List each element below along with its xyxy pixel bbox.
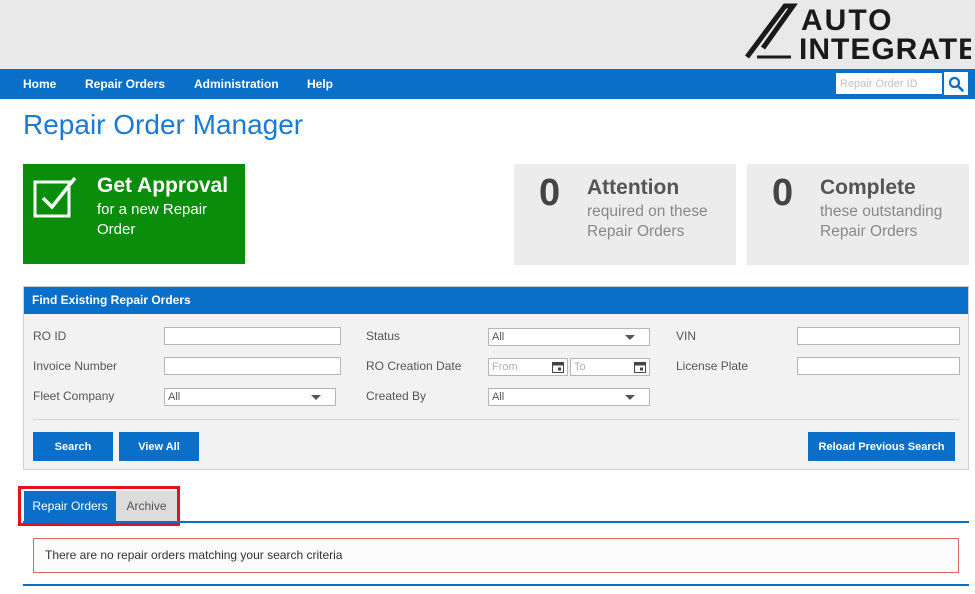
complete-subtitle: these outstanding Repair Orders [820,203,943,240]
invoice-number-input[interactable] [164,357,341,375]
logo-text-integrate: INTEGRATE [799,33,971,64]
search-button[interactable] [944,72,968,95]
main-nav: Home Repair Orders Administration Help [0,69,975,99]
chevron-down-icon [625,395,635,400]
calendar-icon [634,362,646,373]
ro-creation-date-label: RO Creation Date [366,359,462,373]
nav-home[interactable]: Home [23,69,56,99]
ro-id-label: RO ID [33,329,67,343]
search-submit-button[interactable]: Search [33,432,113,461]
status-value: All [492,331,505,343]
repair-order-id-search-input[interactable] [836,73,942,94]
attention-count: 0 [539,172,561,214]
to-placeholder: To [574,361,586,373]
creation-date-from-input[interactable]: From [488,358,568,376]
checkbox-check-icon [33,176,77,218]
no-results-message: There are no repair orders matching your… [33,538,959,573]
get-approval-subtitle: for a new Repair Order [97,201,208,238]
find-repair-orders-panel: Find Existing Repair Orders RO ID Invoic… [23,286,969,470]
panel-divider [33,419,959,420]
find-panel-header: Find Existing Repair Orders [24,287,968,314]
invoice-number-label: Invoice Number [33,359,118,373]
chevron-down-icon [311,395,321,400]
license-plate-label: License Plate [676,359,749,373]
reload-previous-search-button[interactable]: Reload Previous Search [808,432,955,461]
get-approval-card[interactable]: Get Approval for a new Repair Order [23,164,245,264]
nav-help[interactable]: Help [307,69,333,99]
complete-card[interactable]: 0 Complete these outstanding Repair Orde… [747,164,969,265]
status-select[interactable]: All [488,328,650,346]
created-by-value: All [492,391,505,403]
view-all-button[interactable]: View All [119,432,199,461]
created-by-select[interactable]: All [488,388,650,406]
fleet-company-select[interactable]: All [164,388,336,406]
nav-repair-orders[interactable]: Repair Orders [85,69,165,99]
license-plate-input[interactable] [797,357,960,375]
fleet-company-label: Fleet Company [33,389,115,403]
page: AUTO INTEGRATE Home Repair Orders Admini… [0,0,975,594]
created-by-label: Created By [366,389,427,403]
tab-repair-orders[interactable]: Repair Orders [24,491,116,521]
creation-date-to-input[interactable]: To [570,358,650,376]
nav-administration[interactable]: Administration [194,69,279,99]
bottom-divider [23,584,969,586]
attention-subtitle: required on these Repair Orders [587,203,708,240]
attention-card[interactable]: 0 Attention required on these Repair Ord… [514,164,736,265]
attention-title: Attention [587,176,680,199]
from-placeholder: From [492,361,518,373]
calendar-icon [552,362,564,373]
complete-count: 0 [772,172,794,214]
vin-label: VIN [676,329,697,343]
tab-underline [23,521,969,523]
ro-id-input[interactable] [164,327,341,345]
tab-archive[interactable]: Archive [116,491,177,521]
page-title: Repair Order Manager [23,109,304,140]
complete-title: Complete [820,176,916,199]
header: AUTO INTEGRATE [0,0,975,69]
auto-integrate-logo: AUTO INTEGRATE [745,3,971,64]
chevron-down-icon [625,335,635,340]
status-label: Status [366,329,401,343]
get-approval-title: Get Approval [97,174,229,197]
search-icon [948,76,964,92]
fleet-company-value: All [168,391,181,403]
vin-input[interactable] [797,327,960,345]
